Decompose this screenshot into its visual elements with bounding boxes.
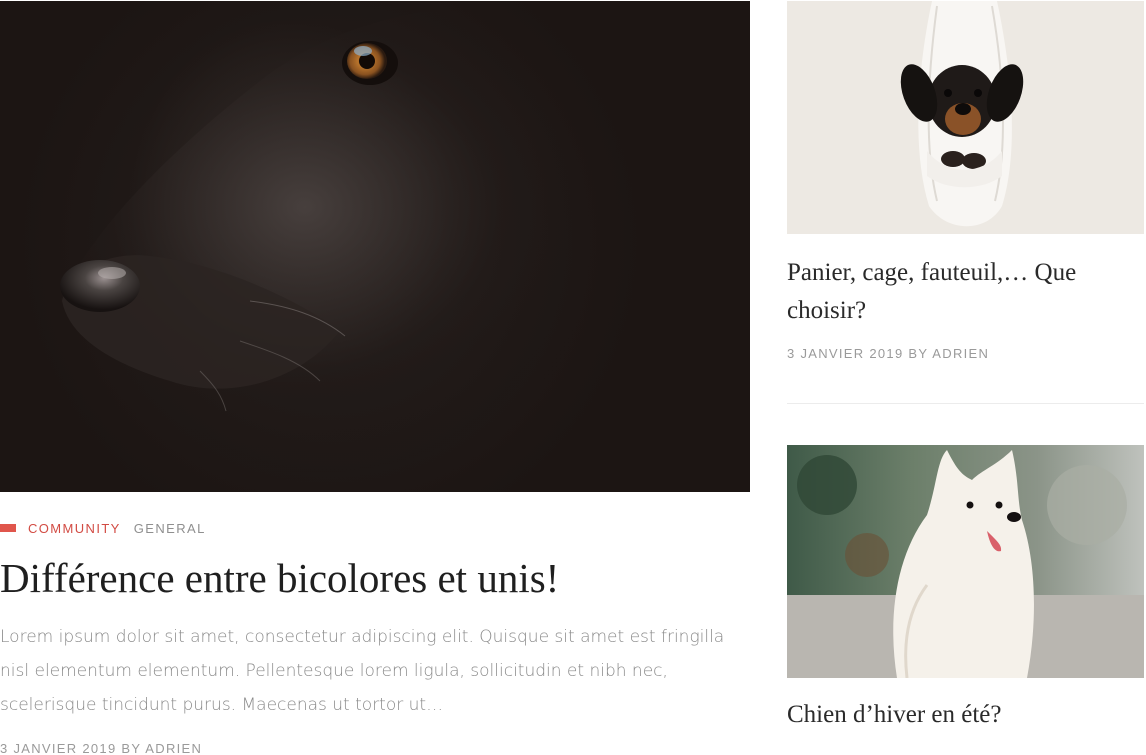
sidebar-post-meta: 3 JANVIER 2019 BY ADRIEN [787, 346, 990, 361]
sidebar-post: Chien d’hiver en été? [787, 445, 1144, 734]
category-marker [0, 524, 16, 532]
category-list: COMMUNITY GENERAL [0, 520, 206, 536]
featured-article-meta: 3 JANVIER 2019 BY ADRIEN [0, 741, 203, 755]
category-link-community[interactable]: COMMUNITY [28, 521, 121, 536]
sidebar-divider [787, 403, 1144, 404]
sidebar-post-title[interactable]: Chien d’hiver en été? [787, 696, 1144, 734]
featured-article-image[interactable] [0, 1, 750, 492]
sidebar-post-image[interactable] [787, 445, 1144, 678]
category-link-general[interactable]: GENERAL [134, 521, 206, 536]
white-dog-photo [787, 445, 1144, 678]
sidebar-post-image[interactable] [787, 1, 1144, 234]
blog-page: COMMUNITY GENERAL Différence entre bicol… [0, 0, 1146, 755]
featured-article: COMMUNITY GENERAL Différence entre bicol… [0, 0, 750, 755]
sidebar-post-title[interactable]: Panier, cage, fauteuil,… Que choisir? [787, 254, 1144, 330]
black-dog-photo [60, 1, 644, 492]
featured-article-title[interactable]: Différence entre bicolores et unis! [0, 548, 559, 608]
dachshund-in-blanket-photo [787, 1, 1144, 234]
sidebar-post: Panier, cage, fauteuil,… Que choisir? 3 … [787, 1, 1144, 361]
featured-article-excerpt: Lorem ipsum dolor sit amet, consectetur … [0, 627, 725, 715]
